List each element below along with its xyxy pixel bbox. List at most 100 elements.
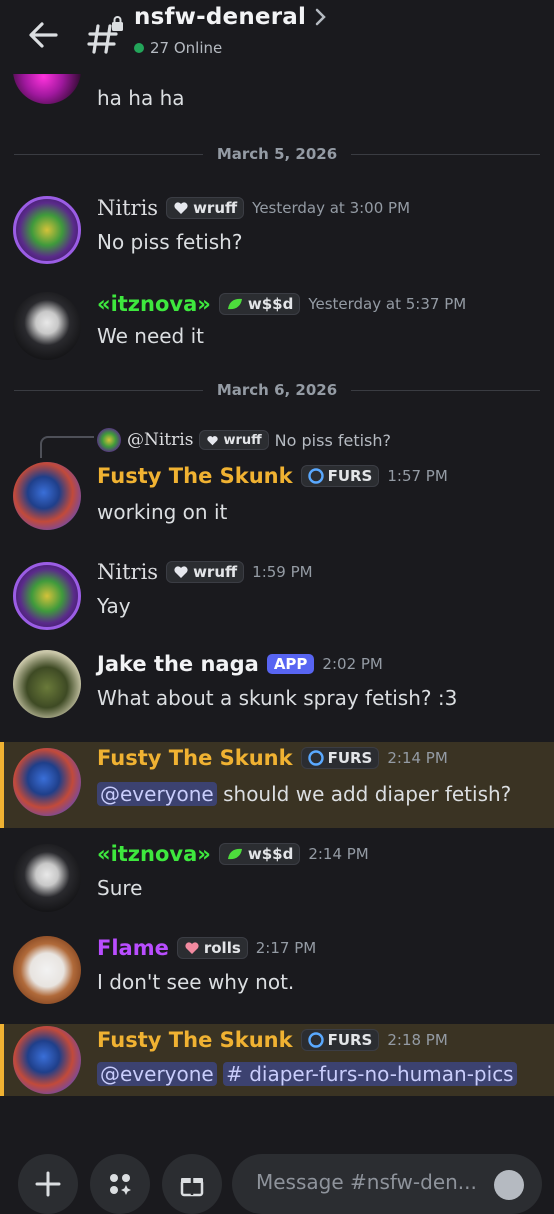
username[interactable]: Nitris [97, 196, 158, 220]
avatar[interactable] [13, 562, 81, 630]
message-input[interactable]: Message #nsfw-den... [232, 1154, 542, 1214]
reply-tag: wruff [199, 430, 269, 450]
channel-name: nsfw-deneral [134, 4, 307, 30]
message-header: «itznova» w$$d Yesterday at 5:37 PM [97, 292, 466, 316]
message-text: No piss fetish? [97, 230, 243, 254]
message-itznova-1: «itznova» w$$d Yesterday at 5:37 PM We n… [0, 284, 554, 368]
reply-preview[interactable]: @Nitris wruff No piss fetish? [97, 428, 391, 452]
reply-avatar [97, 428, 121, 452]
apps-icon [110, 1174, 131, 1195]
tag-label: wruff [193, 563, 238, 581]
tag-label: w$$d [247, 845, 294, 863]
message-text: What about a skunk spray fetish? :3 [97, 686, 458, 710]
message-text: Yay [97, 594, 131, 618]
plus-button[interactable] [18, 1154, 78, 1214]
message-header: Nitris wruff Yesterday at 3:00 PM [97, 196, 410, 220]
message-fusty-2: Fusty The Skunk FURS 2:14 PM @everyone s… [0, 742, 554, 828]
date-label: March 6, 2026 [216, 381, 338, 399]
avatar[interactable] [13, 1026, 81, 1094]
heart-icon [174, 202, 188, 214]
message-itznova-2: «itznova» w$$d 2:14 PM Sure [0, 836, 554, 926]
username[interactable]: Fusty The Skunk [97, 464, 293, 488]
timestamp: Yesterday at 3:00 PM [252, 199, 411, 217]
tag-label: FURS [327, 749, 373, 767]
server-tag[interactable]: w$$d [218, 293, 301, 315]
message-header: Nitris wruff 1:59 PM [97, 560, 313, 584]
back-arrow-icon[interactable] [26, 18, 60, 52]
mention-everyone[interactable]: @everyone [97, 1062, 217, 1086]
moon-icon [307, 1032, 324, 1048]
mention-everyone[interactable]: @everyone [97, 782, 217, 806]
message-top: ha ha ha [0, 74, 554, 124]
date-separator: March 5, 2026 [14, 144, 541, 164]
avatar[interactable] [13, 748, 81, 816]
username[interactable]: «itznova» [97, 292, 211, 316]
message-text: We need it [97, 324, 205, 348]
channel-header: nsfw-deneral 27 Online [0, 0, 554, 74]
message-jake: Jake the naga APP 2:02 PM What about a s… [0, 644, 554, 734]
server-tag[interactable]: wruff [166, 197, 245, 219]
emoji-icon[interactable] [494, 1170, 524, 1200]
avatar[interactable] [13, 650, 81, 718]
date-label: March 5, 2026 [216, 145, 338, 163]
channel-link[interactable]: # diaper-furs-no-human-pics [223, 1062, 517, 1086]
apps-button[interactable] [90, 1154, 150, 1214]
message-header: «itznova» w$$d 2:14 PM [97, 842, 369, 866]
message-list[interactable]: ha ha ha March 5, 2026 Nitris wruff Yest… [0, 74, 554, 1144]
username[interactable]: Nitris [97, 560, 158, 584]
server-tag[interactable]: FURS [300, 1029, 380, 1051]
username[interactable]: Fusty The Skunk [97, 746, 293, 770]
gift-button[interactable] [162, 1154, 222, 1214]
server-tag[interactable]: wruff [166, 561, 245, 583]
leaf-icon [227, 848, 242, 860]
avatar[interactable] [13, 196, 81, 264]
online-dot [134, 43, 144, 53]
message-nitris-1: Nitris wruff Yesterday at 3:00 PM No pis… [0, 186, 554, 276]
message-text: @everyone # diaper-furs-no-human-pics [97, 1062, 517, 1086]
username[interactable]: «itznova» [97, 842, 211, 866]
gift-icon [180, 1178, 204, 1197]
avatar[interactable] [13, 74, 81, 104]
server-tag[interactable]: FURS [300, 465, 380, 487]
tag-label: FURS [327, 1031, 373, 1049]
message-fusty-3: Fusty The Skunk FURS 2:18 PM @everyone #… [0, 1024, 554, 1096]
heart-icon [174, 566, 188, 578]
online-count: 27 Online [134, 39, 222, 57]
message-text: @everyone should we add diaper fetish? [97, 782, 511, 806]
timestamp: 2:02 PM [322, 655, 383, 673]
online-label: 27 Online [150, 39, 223, 57]
message-header: Fusty The Skunk FURS 2:18 PM [97, 1028, 448, 1052]
timestamp: 2:14 PM [387, 749, 448, 767]
reply-username: @Nitris [127, 430, 194, 450]
reply-text: No piss fetish? [274, 430, 392, 450]
username[interactable]: Flame [97, 936, 169, 960]
server-tag[interactable]: rolls [176, 937, 248, 959]
tag-label: w$$d [247, 295, 294, 313]
message-fusty-1: @Nitris wruff No piss fetish? Fusty The … [0, 424, 554, 544]
avatar[interactable] [13, 292, 81, 360]
message-header: Fusty The Skunk FURS 1:57 PM [97, 464, 448, 488]
message-text: I don't see why not. [97, 970, 295, 994]
avatar[interactable] [13, 936, 81, 1004]
timestamp: 1:59 PM [252, 563, 313, 581]
message-header: Jake the naga APP 2:02 PM [97, 652, 383, 676]
tag-label: rolls [203, 939, 241, 957]
message-text: ha ha ha [97, 86, 185, 110]
timestamp: 2:18 PM [387, 1031, 448, 1049]
channel-title[interactable]: nsfw-deneral [134, 4, 328, 30]
moon-icon [307, 750, 324, 766]
message-text: Sure [97, 876, 143, 900]
avatar[interactable] [13, 844, 81, 912]
timestamp: Yesterday at 5:37 PM [308, 295, 467, 313]
server-tag[interactable]: w$$d [218, 843, 301, 865]
message-placeholder: Message #nsfw-den... [256, 1170, 477, 1194]
message-text: working on it [97, 500, 228, 524]
message-flame: Flame rolls 2:17 PM I don't see why not. [0, 930, 554, 1016]
message-header: Flame rolls 2:17 PM [97, 936, 316, 960]
server-tag[interactable]: FURS [300, 747, 380, 769]
username[interactable]: Jake the naga [97, 652, 259, 676]
avatar[interactable] [13, 462, 81, 530]
username[interactable]: Fusty The Skunk [97, 1028, 293, 1052]
heart-icon [207, 435, 219, 445]
moon-icon [307, 468, 324, 484]
